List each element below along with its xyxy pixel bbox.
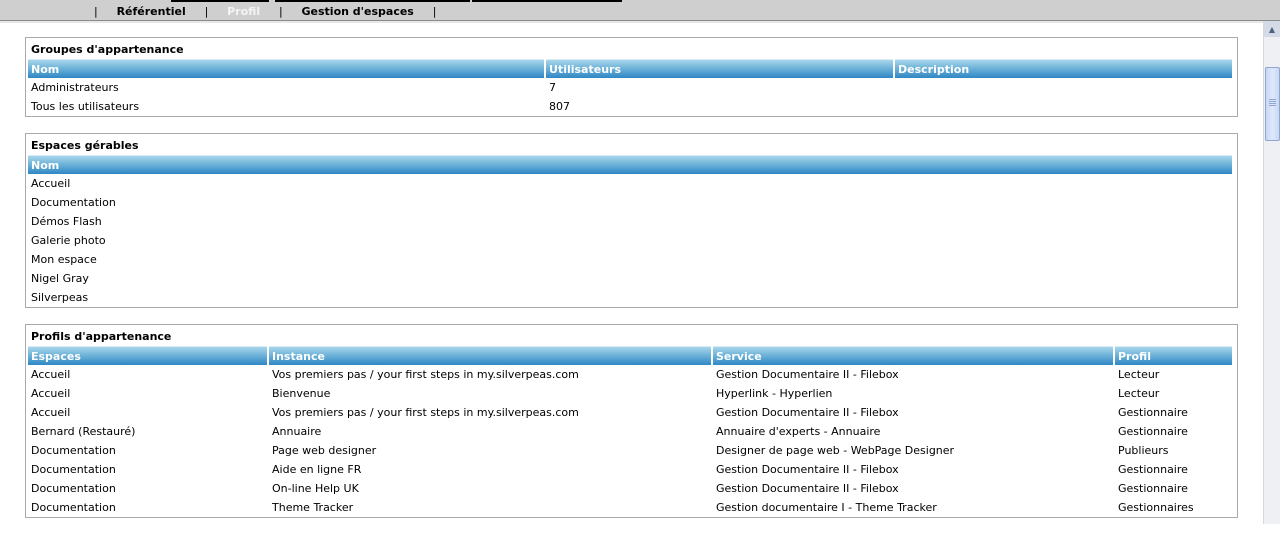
table-row[interactable]: Galerie photo xyxy=(28,231,1232,250)
section-title: Groupes d'appartenance xyxy=(31,43,184,56)
table-row[interactable]: Documentation Page web designer Designer… xyxy=(28,441,1232,460)
table-row[interactable]: Documentation Theme Tracker Gestion docu… xyxy=(28,498,1232,517)
profile-service: Gestion Documentaire II - Filebox xyxy=(716,463,899,476)
top-tab-bar: | Référentiel | Profil | Gestion d'espac… xyxy=(0,0,1280,21)
space-name[interactable]: Nigel Gray xyxy=(28,269,1232,288)
groups-table: Nom Utilisateurs Description Administrat… xyxy=(26,59,1234,116)
group-name[interactable]: Administrateurs xyxy=(28,78,544,97)
profiles-table: Espaces Instance Service Profil Accueil … xyxy=(26,346,1234,517)
section-title: Profils d'appartenance xyxy=(31,330,172,343)
column-header-nom[interactable]: Nom xyxy=(28,155,1232,174)
profile-instance[interactable]: Vos premiers pas / your first steps in m… xyxy=(269,365,711,384)
group-user-count: 807 xyxy=(549,100,570,113)
table-row[interactable]: Documentation xyxy=(28,193,1232,212)
column-header-espaces[interactable]: Espaces xyxy=(28,346,267,365)
profile-service: Gestion documentaire I - Theme Tracker xyxy=(716,501,937,514)
group-description xyxy=(895,97,1232,116)
profile-space: Documentation xyxy=(31,501,116,514)
profile-service: Gestion Documentaire II - Filebox xyxy=(716,368,899,381)
column-header-nom[interactable]: Nom xyxy=(28,59,544,78)
table-row[interactable]: Accueil Vos premiers pas / your first st… xyxy=(28,365,1232,384)
table-row[interactable]: Démos Flash xyxy=(28,212,1232,231)
table-row[interactable]: Accueil Bienvenue Hyperlink - Hyperlien … xyxy=(28,384,1232,403)
profile-instance[interactable]: Aide en ligne FR xyxy=(269,460,711,479)
tab-separator: | xyxy=(432,5,437,18)
spaces-table: Nom Accueil Documentation Démos Flash Ga… xyxy=(26,155,1234,307)
profile-role: Gestionnaires xyxy=(1118,501,1194,514)
profile-role: Publieurs xyxy=(1118,444,1169,457)
profile-role: Gestionnaire xyxy=(1118,482,1188,495)
tab-highlight-line xyxy=(171,0,269,2)
groups-section: Groupes d'appartenance Nom Utilisateurs … xyxy=(25,37,1238,117)
profile-instance[interactable]: Theme Tracker xyxy=(269,498,711,517)
profile-instance[interactable]: On-line Help UK xyxy=(269,479,711,498)
profile-role: Gestionnaire xyxy=(1118,406,1188,419)
tab-highlight-line xyxy=(275,0,470,2)
tab-gestion-espaces[interactable]: Gestion d'espaces xyxy=(295,5,421,18)
table-row[interactable]: Nigel Gray xyxy=(28,269,1232,288)
profile-space: Documentation xyxy=(31,482,116,495)
section-title: Espaces gérables xyxy=(31,139,139,152)
space-name[interactable]: Mon espace xyxy=(28,250,1232,269)
profile-space: Documentation xyxy=(31,463,116,476)
table-row[interactable]: Mon espace xyxy=(28,250,1232,269)
profile-role: Lecteur xyxy=(1118,368,1160,381)
table-row[interactable]: Bernard (Restauré) Annuaire Annuaire d'e… xyxy=(28,422,1232,441)
space-name[interactable]: Documentation xyxy=(28,193,1232,212)
scroll-up-arrow-icon[interactable]: ▲ xyxy=(1264,21,1280,37)
group-user-count: 7 xyxy=(549,81,556,94)
tab-separator: | xyxy=(204,5,209,18)
group-name[interactable]: Tous les utilisateurs xyxy=(28,97,544,116)
table-row[interactable]: Tous les utilisateurs 807 xyxy=(28,97,1232,116)
column-header-service[interactable]: Service xyxy=(713,346,1113,365)
profile-instance[interactable]: Bienvenue xyxy=(269,384,711,403)
table-row[interactable]: Silverpeas xyxy=(28,288,1232,307)
tab-referentiel[interactable]: Référentiel xyxy=(110,5,193,18)
profile-space: Bernard (Restauré) xyxy=(31,425,136,438)
space-name[interactable]: Galerie photo xyxy=(28,231,1232,250)
table-row[interactable]: Documentation On-line Help UK Gestion Do… xyxy=(28,479,1232,498)
profile-role: Gestionnaire xyxy=(1118,463,1188,476)
table-row[interactable]: Documentation Aide en ligne FR Gestion D… xyxy=(28,460,1232,479)
tab-highlight-line xyxy=(472,0,622,2)
table-row[interactable]: Administrateurs 7 xyxy=(28,78,1232,97)
profile-space: Accueil xyxy=(31,406,71,419)
profile-space: Documentation xyxy=(31,444,116,457)
tab-separator: | xyxy=(94,5,98,18)
column-header-instance[interactable]: Instance xyxy=(269,346,711,365)
profile-service: Gestion Documentaire II - Filebox xyxy=(716,406,899,419)
profile-instance[interactable]: Annuaire xyxy=(269,422,711,441)
vertical-scrollbar[interactable]: ▲ xyxy=(1263,21,1280,524)
space-name[interactable]: Silverpeas xyxy=(28,288,1232,307)
profile-service: Hyperlink - Hyperlien xyxy=(716,387,833,400)
table-row[interactable]: Accueil xyxy=(28,174,1232,193)
profiles-section: Profils d'appartenance Espaces Instance … xyxy=(25,324,1238,518)
space-name[interactable]: Accueil xyxy=(28,174,1232,193)
space-name[interactable]: Démos Flash xyxy=(28,212,1232,231)
table-row[interactable]: Accueil Vos premiers pas / your first st… xyxy=(28,403,1232,422)
tab-list: | Référentiel | Profil | Gestion d'espac… xyxy=(86,5,444,18)
column-header-description[interactable]: Description xyxy=(895,59,1232,78)
profile-role: Gestionnaire xyxy=(1118,425,1188,438)
profile-service: Gestion Documentaire II - Filebox xyxy=(716,482,899,495)
main-content: Groupes d'appartenance Nom Utilisateurs … xyxy=(25,37,1238,534)
tab-profil[interactable]: Profil xyxy=(220,5,267,18)
profile-service: Designer de page web - WebPage Designer xyxy=(716,444,955,457)
group-description xyxy=(895,78,1232,97)
spaces-section: Espaces gérables Nom Accueil Documentati… xyxy=(25,133,1238,308)
profile-service: Annuaire d'experts - Annuaire xyxy=(716,425,881,438)
profile-instance[interactable]: Page web designer xyxy=(269,441,711,460)
profile-instance[interactable]: Vos premiers pas / your first steps in m… xyxy=(269,403,711,422)
profile-role: Lecteur xyxy=(1118,387,1160,400)
tab-separator: | xyxy=(278,5,283,18)
scrollbar-thumb[interactable] xyxy=(1265,67,1280,141)
profile-space: Accueil xyxy=(31,368,71,381)
profile-space: Accueil xyxy=(31,387,71,400)
column-header-profil[interactable]: Profil xyxy=(1115,346,1232,365)
column-header-utilisateurs[interactable]: Utilisateurs xyxy=(546,59,893,78)
header-divider xyxy=(0,21,1264,23)
